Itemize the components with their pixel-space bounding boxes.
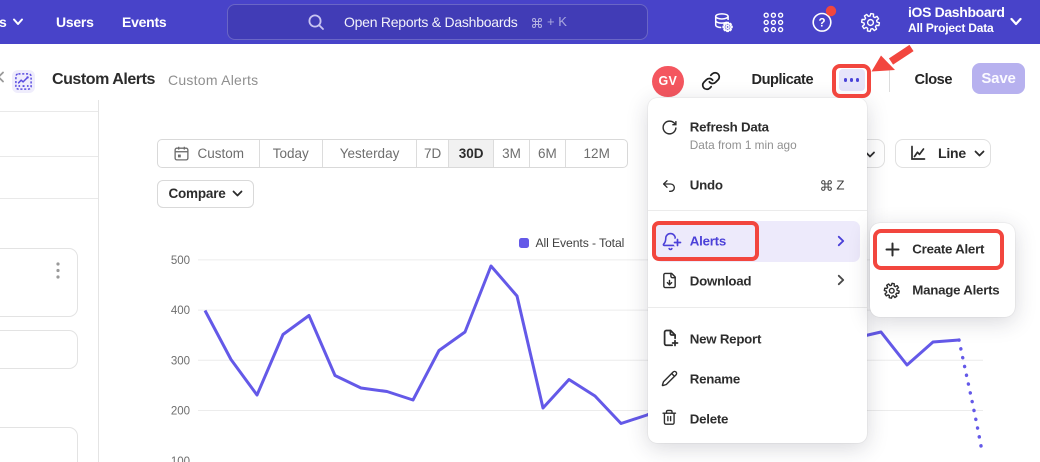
svg-text:200: 200 bbox=[171, 406, 190, 418]
svg-text:400: 400 bbox=[171, 305, 190, 317]
svg-text:500: 500 bbox=[171, 255, 190, 267]
svg-text:100: 100 bbox=[171, 456, 190, 462]
svg-text:300: 300 bbox=[171, 355, 190, 367]
